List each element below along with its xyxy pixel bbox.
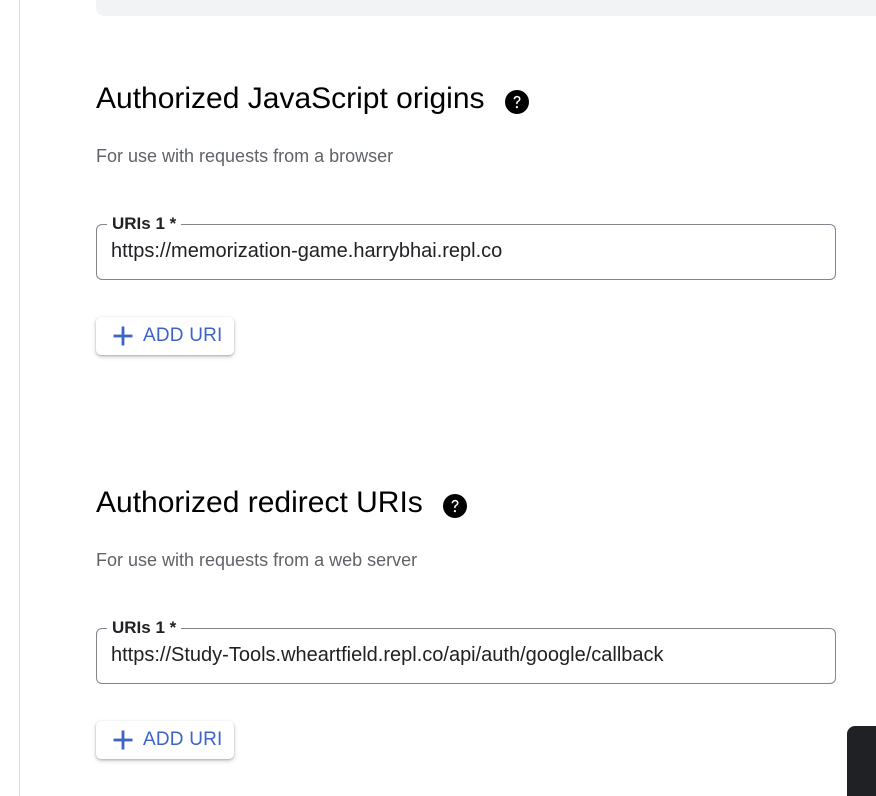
oauth-client-settings-page: Authorized JavaScript origins For use wi…: [0, 0, 876, 796]
help-circle-icon[interactable]: [442, 491, 467, 518]
add-origin-uri-button[interactable]: ADD URI: [96, 317, 234, 355]
origin-uri-input[interactable]: [111, 237, 811, 265]
origin-uri-label: URIs 1 *: [107, 213, 182, 235]
redirect-uris-title: Authorized redirect URIs: [96, 486, 423, 519]
corner-popup[interactable]: [847, 726, 876, 796]
javascript-origins-heading: Authorized JavaScript origins: [96, 81, 529, 117]
redirect-uri-field[interactable]: URIs 1 *: [96, 617, 836, 684]
help-circle-icon[interactable]: [504, 87, 529, 114]
left-rail: [0, 0, 20, 796]
redirect-uris-description: For use with requests from a web server: [96, 550, 418, 570]
add-redirect-uri-button[interactable]: ADD URI: [96, 721, 234, 759]
add-origin-uri-label: ADD URI: [143, 325, 223, 346]
redirect-uri-input[interactable]: [111, 641, 811, 669]
top-info-panel: [96, 0, 876, 16]
add-redirect-uri-label: ADD URI: [143, 729, 223, 750]
redirect-uris-heading: Authorized redirect URIs: [96, 485, 467, 521]
redirect-uri-label: URIs 1 *: [107, 617, 182, 639]
plus-icon: [112, 325, 134, 347]
origin-uri-field[interactable]: URIs 1 *: [96, 213, 836, 280]
plus-icon: [112, 729, 134, 751]
javascript-origins-title: Authorized JavaScript origins: [96, 82, 485, 115]
javascript-origins-description: For use with requests from a browser: [96, 146, 394, 166]
